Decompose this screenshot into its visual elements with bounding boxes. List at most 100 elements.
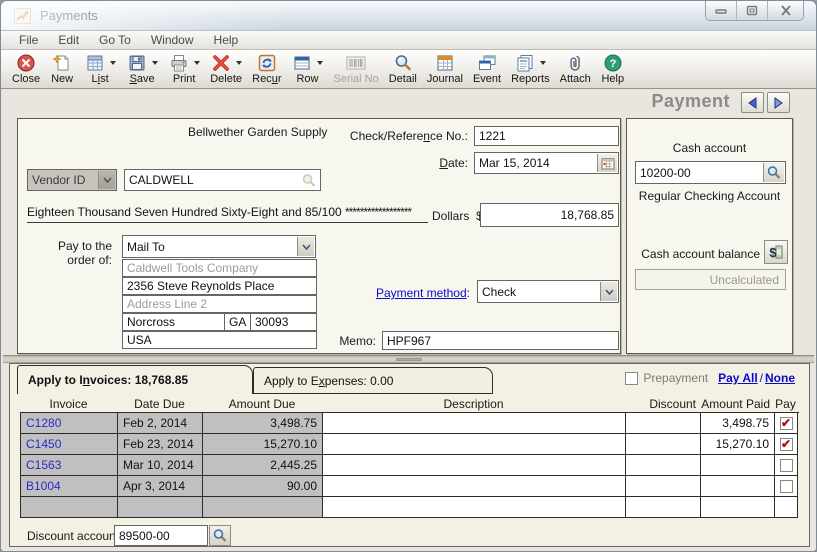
row-button[interactable]: Row	[286, 52, 328, 85]
description-cell[interactable]	[323, 476, 626, 497]
attach-button[interactable]: Attach	[555, 52, 596, 85]
pay-checkbox[interactable]	[780, 459, 793, 472]
previous-record-button[interactable]	[741, 92, 764, 113]
menu-file[interactable]: File	[9, 33, 48, 47]
invoice-link[interactable]: B1004	[21, 476, 118, 497]
date-due-cell: Mar 10, 2014	[118, 455, 203, 476]
dropdown-arrow-icon[interactable]	[194, 61, 200, 65]
menu-help[interactable]: Help	[204, 33, 249, 47]
description-cell[interactable]	[323, 455, 626, 476]
vendor-search-icon[interactable]	[301, 173, 317, 191]
recur-button[interactable]: Recur	[247, 52, 286, 85]
description-cell[interactable]	[323, 434, 626, 455]
invoice-cell[interactable]	[21, 497, 118, 518]
cash-account-input[interactable]: 10200-00	[635, 161, 786, 184]
amount-paid-cell[interactable]	[701, 455, 775, 476]
pay-cell	[775, 476, 798, 497]
help-button[interactable]: ? Help	[596, 52, 630, 85]
event-button[interactable]: Event	[468, 52, 506, 85]
pay-none-link[interactable]: None	[765, 371, 795, 385]
new-button[interactable]: New	[45, 52, 79, 85]
cash-account-lookup-button[interactable]	[763, 163, 784, 182]
amount-paid-cell[interactable]: 15,270.10	[701, 434, 775, 455]
combo-arrow-icon[interactable]	[297, 237, 314, 256]
menu-edit[interactable]: Edit	[48, 33, 89, 47]
reports-button[interactable]: Reports	[506, 52, 555, 85]
reports-icon	[514, 53, 536, 73]
record-navigation	[741, 92, 790, 113]
invoice-link[interactable]: C1563	[21, 455, 118, 476]
dropdown-arrow-icon[interactable]	[110, 61, 116, 65]
save-button[interactable]: Save	[121, 52, 163, 85]
payee-mode-dropdown[interactable]: Mail To	[122, 235, 316, 258]
next-record-button[interactable]	[767, 92, 790, 113]
payee-name-input[interactable]: Caldwell Tools Company	[122, 259, 317, 277]
invoice-link[interactable]: C1280	[21, 413, 118, 434]
minimize-button[interactable]	[706, 1, 737, 20]
pay-cell	[775, 497, 798, 518]
tab-apply-to-invoices[interactable]: Apply to Invoices: 18,768.85	[17, 365, 253, 394]
description-cell[interactable]	[323, 497, 626, 518]
window-title: Payments	[40, 8, 98, 23]
close-window-button[interactable]	[768, 1, 803, 20]
discount-account-input[interactable]: 89500-00	[114, 525, 208, 546]
close-button[interactable]: Close	[7, 52, 45, 85]
title-bar: Payments	[1, 1, 816, 31]
address-line1-input[interactable]: 2356 Steve Reynolds Place	[122, 277, 317, 295]
invoice-link[interactable]: C1450	[21, 434, 118, 455]
recalculate-balance-button[interactable]: $	[764, 240, 788, 264]
dropdown-arrow-icon[interactable]	[317, 61, 323, 65]
detail-button[interactable]: Detail	[384, 52, 422, 85]
discount-cell[interactable]	[626, 455, 701, 476]
pay-checkbox[interactable]: ✔	[780, 438, 793, 451]
address-line2-input[interactable]: Address Line 2	[122, 295, 317, 313]
splitter-handle[interactable]	[3, 355, 814, 363]
discount-cell[interactable]	[626, 497, 701, 518]
pay-all-link[interactable]: Pay All	[718, 371, 758, 385]
tab-apply-to-expenses[interactable]: Apply to Expenses: 0.00	[253, 367, 493, 394]
amount-input[interactable]: 18,768.85	[480, 203, 619, 227]
memo-input[interactable]: HPF967	[382, 331, 619, 350]
pay-checkbox[interactable]	[780, 480, 793, 493]
print-icon	[168, 53, 190, 73]
amount-paid-cell[interactable]	[701, 476, 775, 497]
prepayment-checkbox[interactable]	[625, 372, 638, 385]
print-button[interactable]: Print	[163, 52, 205, 85]
journal-button[interactable]: Journal	[422, 52, 468, 85]
calendar-button[interactable]	[597, 154, 617, 172]
zip-input[interactable]: 30093	[250, 313, 317, 331]
pay-checkbox[interactable]: ✔	[780, 417, 793, 430]
state-input[interactable]: GA	[224, 313, 251, 331]
payment-method-dropdown[interactable]: Check	[477, 280, 619, 303]
check-reference-input[interactable]: 1221	[474, 126, 619, 146]
discount-cell[interactable]	[626, 434, 701, 455]
minimize-icon	[715, 6, 727, 16]
prepayment-label: Prepayment	[643, 371, 708, 385]
payment-method-link[interactable]: Payment method	[376, 286, 467, 300]
restore-button[interactable]	[737, 1, 768, 20]
date-due-cell: Apr 3, 2014	[118, 476, 203, 497]
col-description: Description	[322, 396, 625, 412]
delete-button[interactable]: Delete	[205, 52, 247, 85]
amount-paid-cell[interactable]	[701, 497, 775, 518]
dropdown-arrow-icon[interactable]	[236, 61, 242, 65]
menu-goto[interactable]: Go To	[89, 33, 141, 47]
discount-cell[interactable]	[626, 413, 701, 434]
menu-bar: File Edit Go To Window Help	[1, 31, 816, 50]
description-cell[interactable]	[323, 413, 626, 434]
date-input[interactable]: Mar 15, 2014	[474, 152, 619, 174]
menu-window[interactable]: Window	[141, 33, 204, 47]
country-input[interactable]: USA	[122, 331, 317, 349]
discount-account-lookup-button[interactable]	[209, 525, 231, 546]
vendor-id-selector[interactable]: Vendor ID	[27, 169, 117, 191]
dropdown-arrow-icon[interactable]	[152, 61, 158, 65]
city-input[interactable]: Norcross	[122, 313, 225, 331]
vendor-id-input[interactable]: CALDWELL	[124, 169, 321, 191]
combo-arrow-icon[interactable]	[600, 282, 617, 301]
list-button[interactable]: List	[79, 52, 121, 85]
combo-arrow-icon[interactable]	[98, 171, 115, 189]
discount-cell[interactable]	[626, 476, 701, 497]
invoice-table: C1280 Feb 2, 2014 3,498.75 3,498.75 ✔ C1…	[20, 412, 799, 518]
amount-paid-cell[interactable]: 3,498.75	[701, 413, 775, 434]
dropdown-arrow-icon[interactable]	[540, 61, 546, 65]
